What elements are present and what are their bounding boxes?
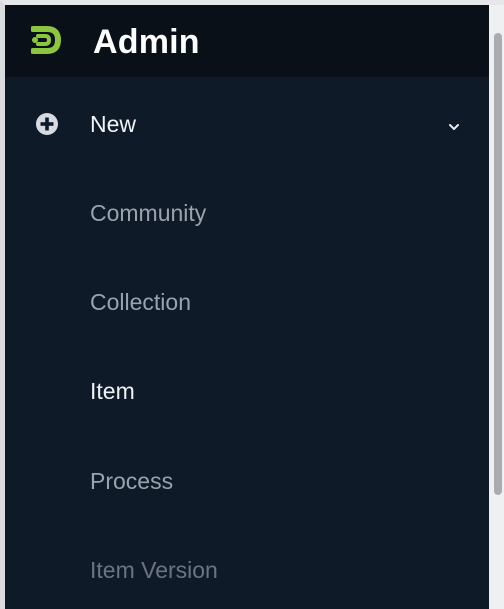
menu-item-new-item-version[interactable]: Item Version [5, 528, 489, 609]
plus-circle-icon [36, 113, 58, 135]
chevron-down-icon[interactable] [447, 122, 461, 132]
menu-item-label: Item [90, 378, 135, 404]
menu-item-label: Collection [90, 289, 191, 315]
menu-item-label: Community [90, 200, 207, 226]
menu-item-new-community[interactable]: Community [5, 171, 489, 255]
dspace-logo-icon [31, 26, 61, 54]
menu-item-new-process[interactable]: Process [5, 439, 489, 523]
menu-item-new-label: New [90, 111, 137, 137]
menu-item-new-collection[interactable]: Collection [5, 260, 489, 344]
menu-item-label: Process [90, 468, 174, 494]
menu-item-new[interactable]: New [5, 82, 489, 166]
admin-sidebar: Admin New Community Collection Item Proc… [0, 0, 504, 609]
menu-item-new-item[interactable]: Item [5, 349, 489, 433]
sidebar-nav: New Community Collection Item Process It… [5, 77, 489, 609]
sidebar-header: Admin [5, 5, 504, 77]
menu-item-label: Item Version [90, 557, 218, 583]
app-title: Admin [93, 23, 200, 61]
scrollbar-thumb[interactable] [494, 33, 502, 495]
